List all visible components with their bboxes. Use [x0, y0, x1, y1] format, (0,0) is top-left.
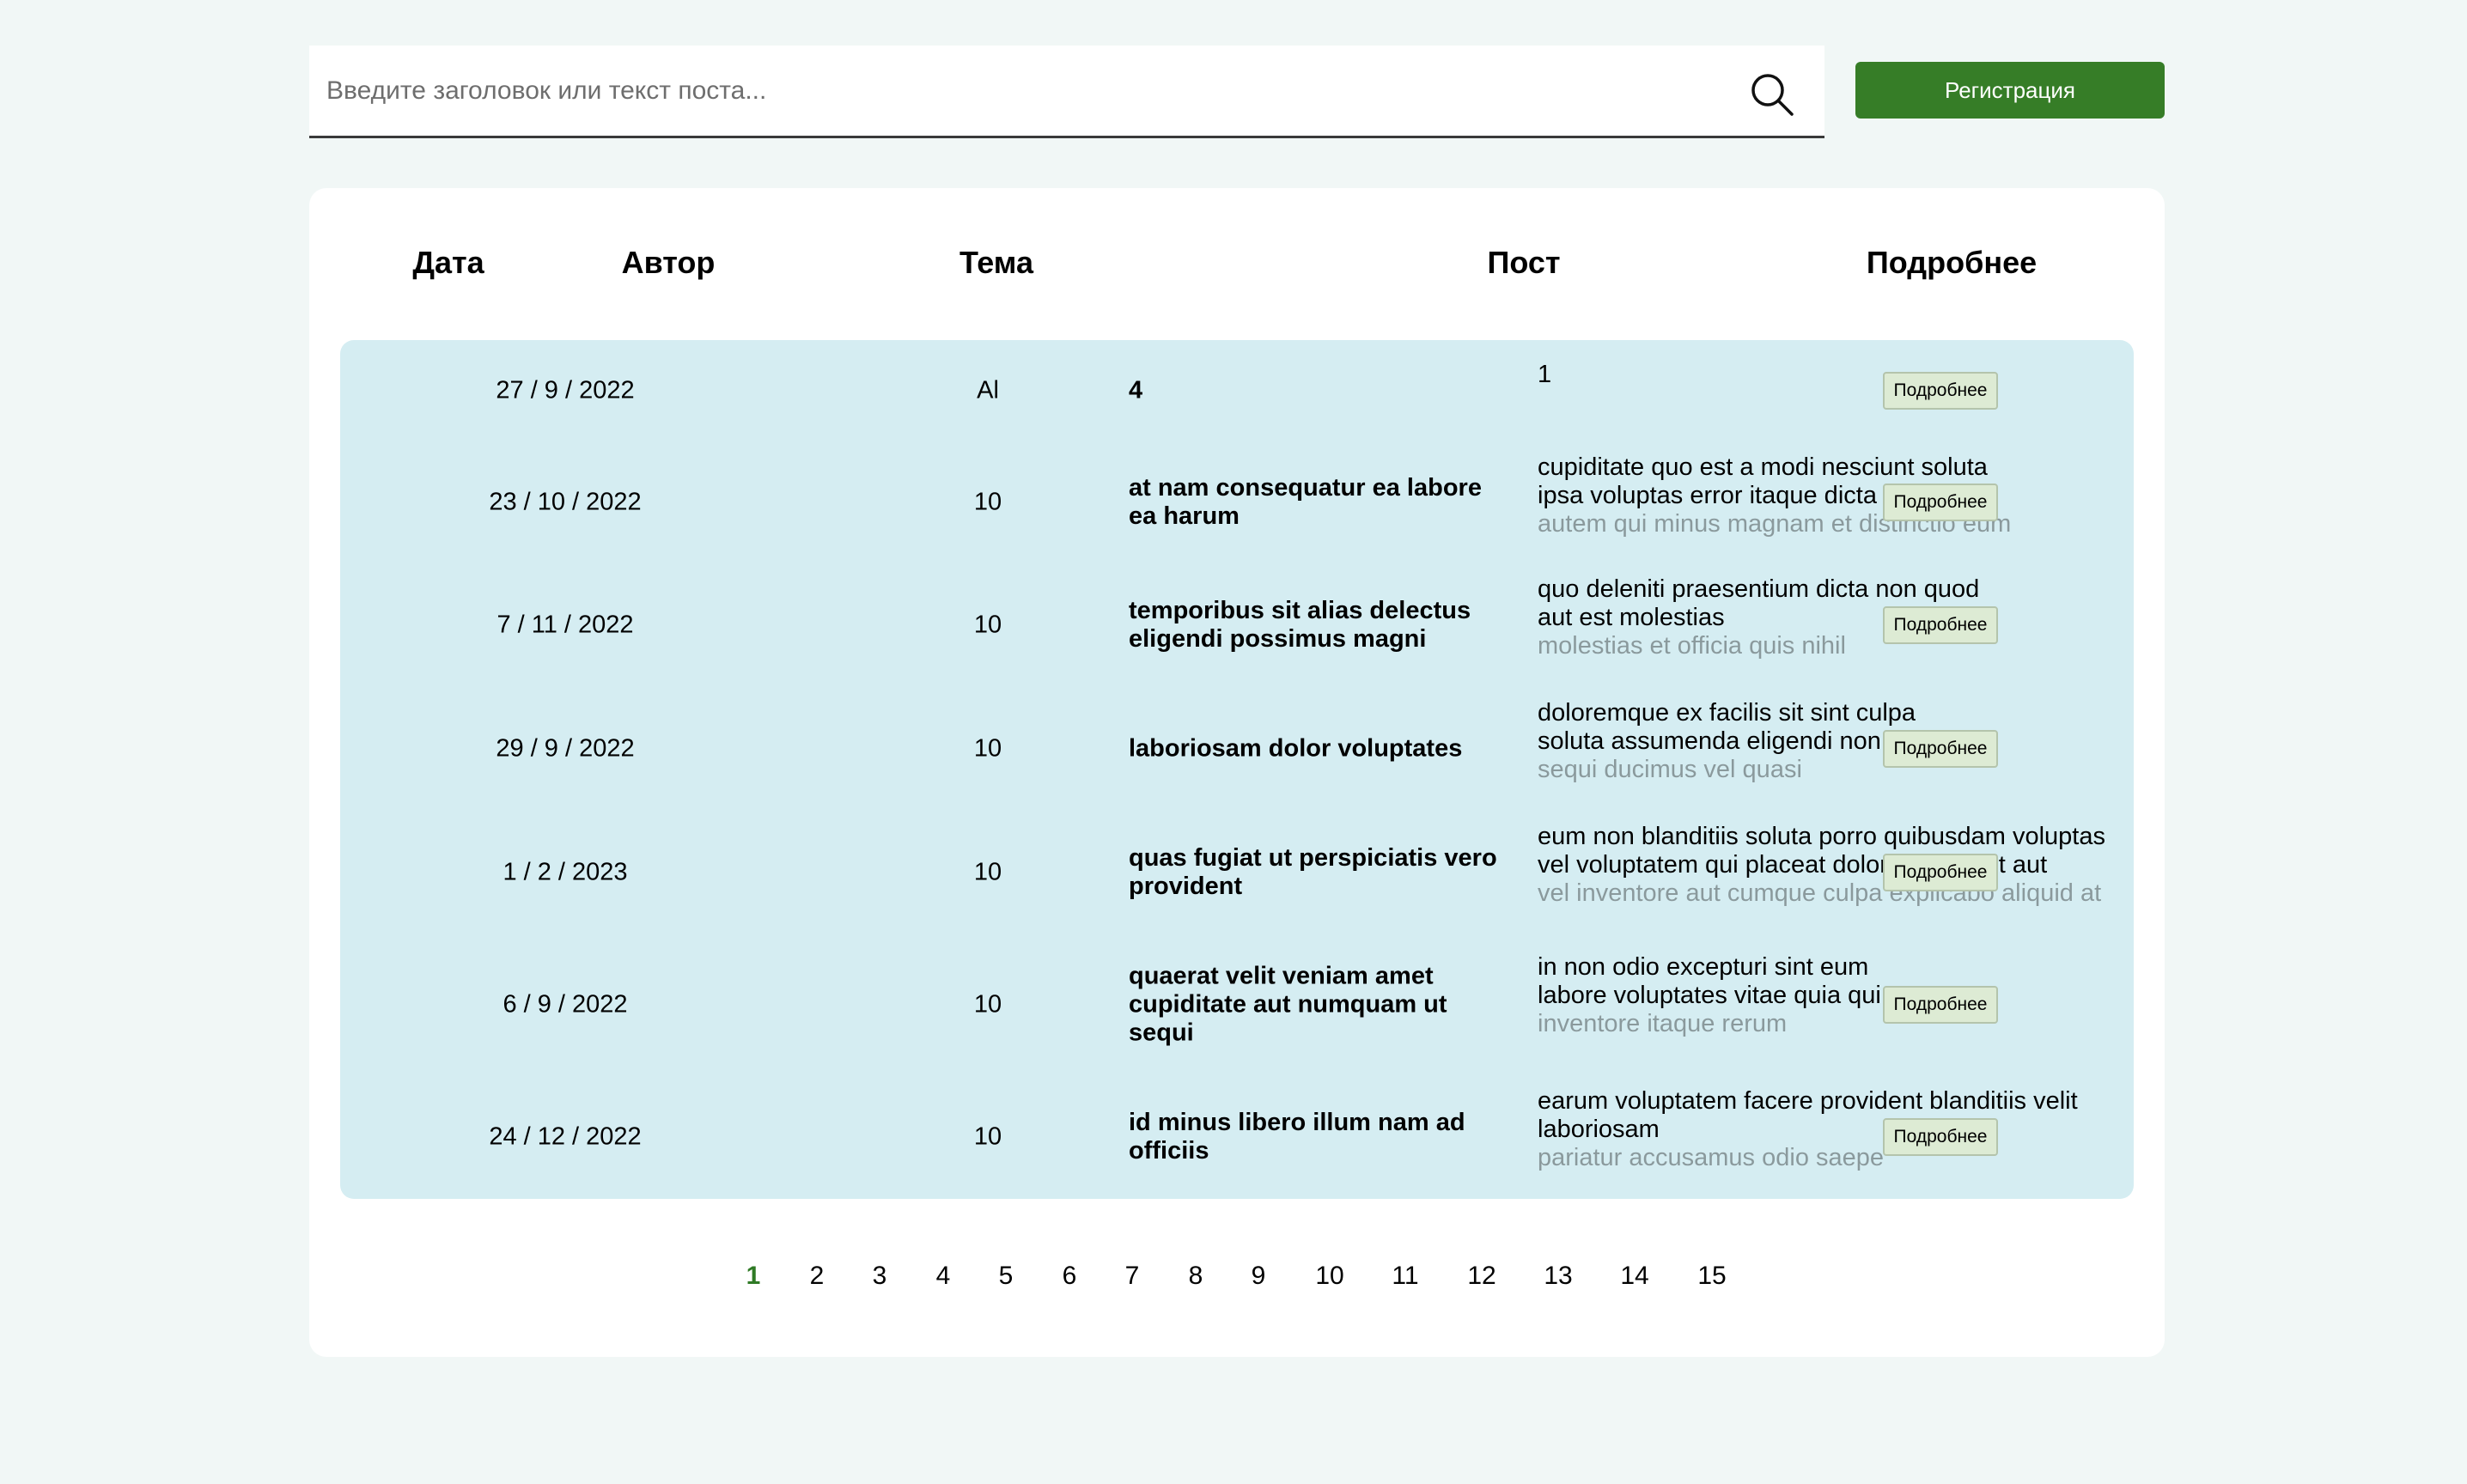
post-line: pariatur accusamus odio saepe	[1538, 1144, 1885, 1171]
details-button[interactable]: Подробнее	[1883, 986, 1998, 1024]
page-link-1[interactable]: 1	[746, 1262, 761, 1291]
post-line: aut est molestias	[1538, 604, 1725, 631]
post-line: 1	[1538, 361, 1552, 388]
table-row: 27 / 9 / 2022 Al 4 1 Подробнее	[340, 340, 2134, 441]
table-row: 1 / 2 / 2023 10 quas fugiat ut perspicia…	[340, 811, 2134, 934]
column-header-author: Автор	[621, 245, 716, 280]
search-bar	[309, 46, 1824, 138]
post-line: laboriosam	[1538, 1116, 1660, 1143]
page-link-15[interactable]: 15	[1697, 1262, 1726, 1291]
post-line: vel voluptatem qui placeat dolores qui v…	[1538, 851, 2048, 879]
post-preview: eum non blanditiis soluta porro quibusda…	[1538, 823, 2134, 910]
post-author: 10	[973, 734, 1002, 763]
page-link-11[interactable]: 11	[1392, 1262, 1418, 1291]
post-author: 10	[973, 611, 1002, 639]
page-link-8[interactable]: 8	[1189, 1262, 1203, 1291]
post-topic: laboriosam dolor voluptates	[1129, 734, 1463, 763]
page-link-4[interactable]: 4	[936, 1262, 951, 1291]
post-line: earum voluptatem facere provident blandi…	[1538, 1087, 2078, 1115]
post-topic: at nam consequatur ea labore ea harum	[1129, 474, 1482, 530]
post-line: labore voluptates vitae quia qui et	[1538, 982, 1910, 1009]
post-date: 24 / 12 / 2022	[489, 1122, 642, 1151]
details-button[interactable]: Подробнее	[1883, 484, 1998, 521]
post-line: sequi ducimus vel quasi	[1538, 756, 1802, 783]
column-header-date: Дата	[412, 245, 484, 280]
post-line: doloremque ex facilis sit sint culpa	[1538, 699, 1916, 727]
details-button[interactable]: Подробнее	[1883, 1118, 1998, 1156]
page-link-12[interactable]: 12	[1467, 1262, 1495, 1291]
post-date: 29 / 9 / 2022	[496, 734, 635, 763]
post-line: ipsa voluptas error itaque dicta in	[1538, 482, 1904, 509]
search-icon[interactable]	[1749, 71, 1795, 118]
page-link-5[interactable]: 5	[999, 1262, 1014, 1291]
post-line: in non odio excepturi sint eum	[1538, 953, 1869, 981]
post-author: 10	[973, 858, 1002, 886]
post-preview: 1	[1538, 361, 2134, 421]
post-preview: earum voluptatem facere provident blandi…	[1538, 1087, 2134, 1175]
post-author: 10	[973, 1122, 1002, 1151]
post-line: eum non blanditiis soluta porro quibusda…	[1538, 823, 2105, 850]
post-author: 10	[973, 488, 1002, 516]
details-button[interactable]: Подробнее	[1883, 854, 1998, 891]
post-preview: cupiditate quo est a modi nesciunt solut…	[1538, 453, 2134, 541]
post-date: 1 / 2 / 2023	[503, 858, 628, 886]
table-row: 24 / 12 / 2022 10 id minus libero illum …	[340, 1075, 2134, 1199]
post-line: molestias et officia quis nihil	[1538, 632, 1846, 660]
post-topic: quas fugiat ut perspiciatis vero provide…	[1129, 844, 1497, 900]
page-link-3[interactable]: 3	[873, 1262, 887, 1291]
post-line: soluta assumenda eligendi non ut eius	[1538, 727, 1962, 755]
table-body: 27 / 9 / 2022 Al 4 1 Подробнее 23 / 10 /…	[340, 340, 2134, 1199]
pagination: 1 2 3 4 5 6 7 8 9 10 11 12 13 14 15	[309, 1262, 2165, 1299]
register-button[interactable]: Регистрация	[1855, 62, 2165, 119]
page-link-13[interactable]: 13	[1544, 1262, 1572, 1291]
page-link-14[interactable]: 14	[1620, 1262, 1648, 1291]
post-author: 10	[973, 990, 1002, 1019]
post-topic: temporibus sit alias delectus eligendi p…	[1129, 597, 1471, 653]
page-link-7[interactable]: 7	[1125, 1262, 1140, 1291]
posts-card: Дата Автор Тема Пост Подробнее 27 / 9 / …	[309, 188, 2165, 1357]
details-button[interactable]: Подробнее	[1883, 372, 1998, 410]
post-preview: quo deleniti praesentium dicta non quod …	[1538, 575, 2134, 663]
page-link-9[interactable]: 9	[1252, 1262, 1266, 1291]
post-line: quo deleniti praesentium dicta non quod	[1538, 575, 1980, 603]
post-topic: quaerat velit veniam amet cupiditate aut…	[1129, 962, 1447, 1047]
post-line: vel inventore aut cumque culpa explicabo…	[1538, 879, 2102, 907]
post-date: 23 / 10 / 2022	[489, 488, 642, 516]
page-link-10[interactable]: 10	[1315, 1262, 1343, 1291]
post-preview: doloremque ex facilis sit sint culpa sol…	[1538, 699, 2134, 787]
post-line: cupiditate quo est a modi nesciunt solut…	[1538, 453, 1988, 481]
search-input[interactable]	[326, 46, 1718, 136]
table-row: 7 / 11 / 2022 10 temporibus sit alias de…	[340, 563, 2134, 687]
post-date: 7 / 11 / 2022	[496, 611, 634, 639]
details-button[interactable]: Подробнее	[1883, 606, 1998, 644]
table-row: 6 / 9 / 2022 10 quaerat velit veniam ame…	[340, 934, 2134, 1075]
post-line: inventore itaque rerum	[1538, 1010, 1788, 1037]
post-topic: 4	[1129, 376, 1143, 404]
post-date: 27 / 9 / 2022	[496, 376, 635, 404]
column-header-topic: Тема	[959, 245, 1033, 280]
table-header: Дата Автор Тема Пост Подробнее	[340, 188, 2134, 339]
table-row: 29 / 9 / 2022 10 laboriosam dolor volupt…	[340, 687, 2134, 811]
details-button[interactable]: Подробнее	[1883, 730, 1998, 768]
post-line: autem qui minus magnam et distinctio eum	[1538, 510, 2012, 538]
page-link-2[interactable]: 2	[810, 1262, 825, 1291]
post-author: Al	[977, 376, 999, 404]
table-row: 23 / 10 / 2022 10 at nam consequatur ea …	[340, 441, 2134, 563]
post-preview: in non odio excepturi sint eum labore vo…	[1538, 953, 2134, 1041]
post-date: 6 / 9 / 2022	[503, 990, 628, 1019]
page-link-6[interactable]: 6	[1063, 1262, 1077, 1291]
post-topic: id minus libero illum nam ad officiis	[1129, 1109, 1465, 1165]
column-header-details: Подробнее	[1866, 245, 2038, 280]
column-header-post: Пост	[1487, 245, 1561, 280]
